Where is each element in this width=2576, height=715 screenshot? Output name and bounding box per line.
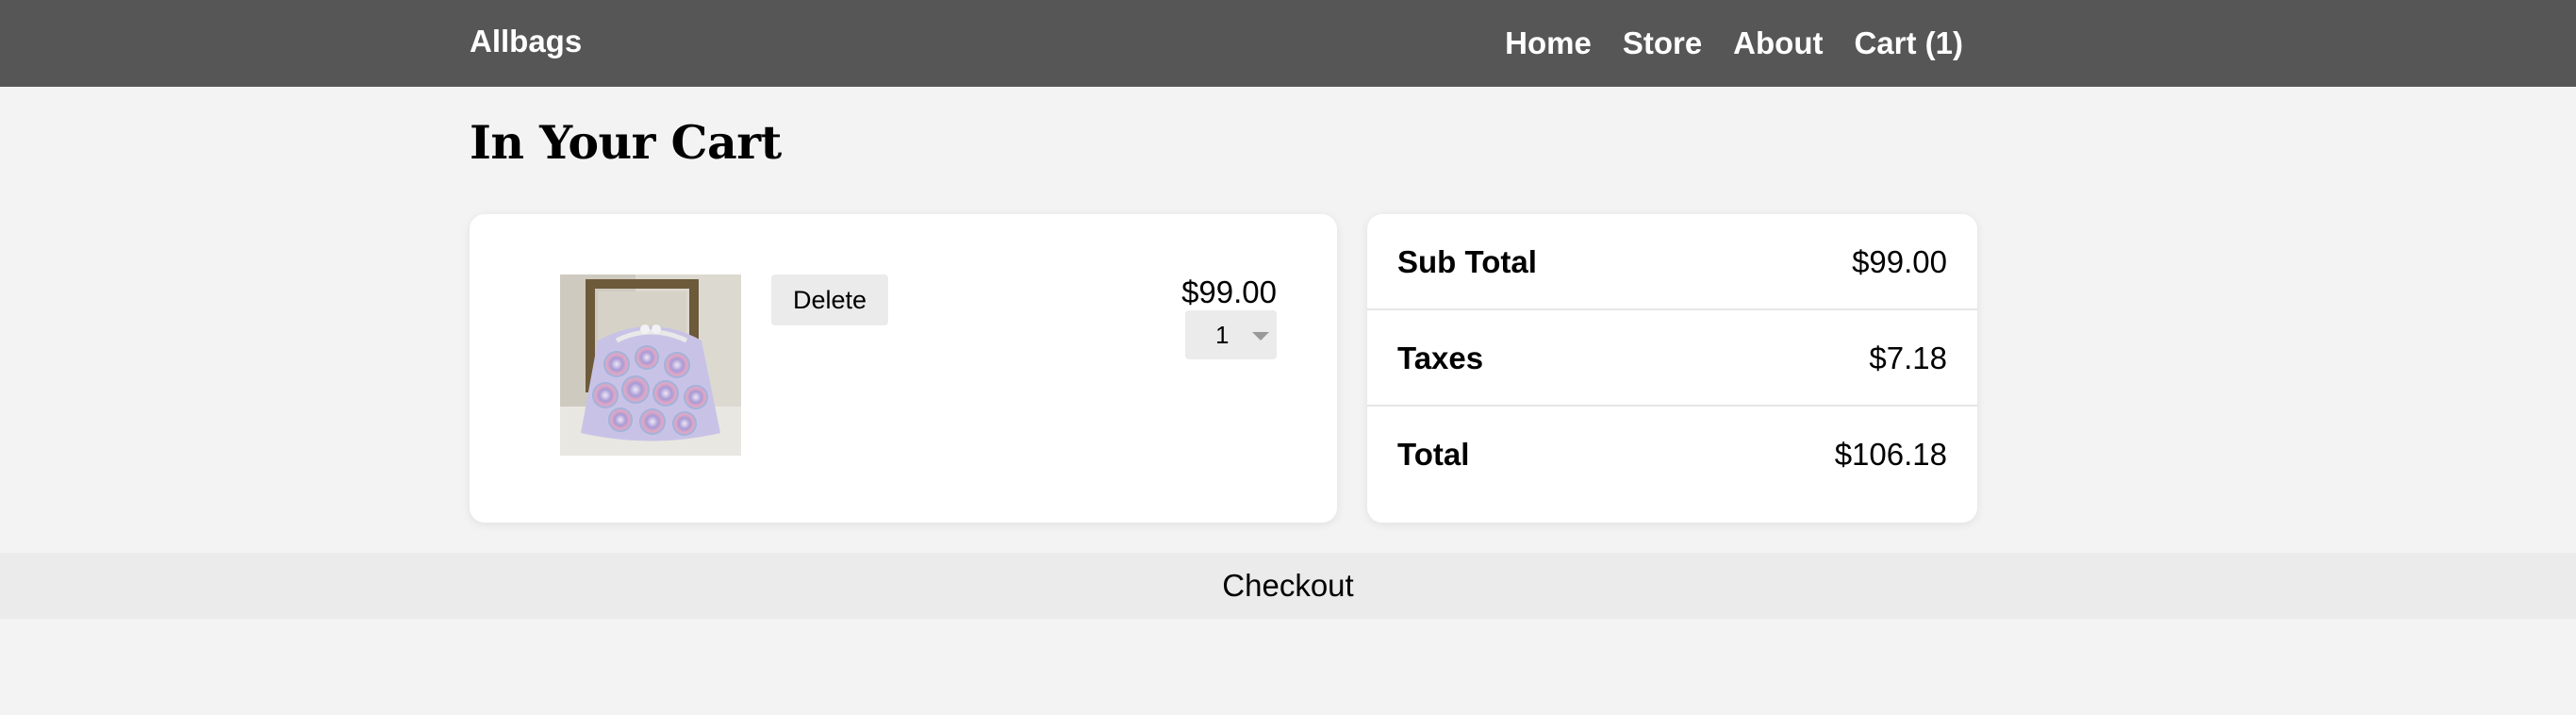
nav-links: Home Store About Cart (1) xyxy=(1505,0,1963,87)
quantity-select[interactable]: 1 xyxy=(1185,310,1277,359)
page-title: In Your Cart xyxy=(470,115,782,170)
quantity-value: 1 xyxy=(1215,321,1230,349)
top-navbar: Allbags Home Store About Cart (1) xyxy=(0,0,2576,87)
subtotal-value: $99.00 xyxy=(1852,244,1947,279)
handbag-photo-icon xyxy=(560,274,741,456)
brand-logo-link[interactable]: Allbags xyxy=(470,0,582,87)
taxes-value: $7.18 xyxy=(1869,341,1947,375)
nav-link-store[interactable]: Store xyxy=(1623,2,1702,85)
nav-link-home[interactable]: Home xyxy=(1505,2,1592,85)
checkout-button[interactable]: Checkout xyxy=(0,553,2576,619)
order-summary-card: Sub Total $99.00 Taxes $7.18 Total $106.… xyxy=(1367,214,1977,523)
taxes-label: Taxes xyxy=(1397,341,1484,375)
subtotal-label: Sub Total xyxy=(1397,244,1537,279)
total-label: Total xyxy=(1397,437,1470,472)
summary-row-taxes: Taxes $7.18 xyxy=(1367,310,1977,407)
delete-item-button[interactable]: Delete xyxy=(771,274,888,325)
nav-link-cart[interactable]: Cart (1) xyxy=(1854,2,1963,85)
item-price: $99.00 xyxy=(1181,274,1277,309)
summary-row-total: Total $106.18 xyxy=(1367,407,1977,503)
summary-row-subtotal: Sub Total $99.00 xyxy=(1367,214,1977,310)
total-value: $106.18 xyxy=(1834,437,1947,472)
cart-items-card: Delete $99.00 1 xyxy=(470,214,1337,523)
product-image[interactable] xyxy=(560,274,741,456)
nav-link-about[interactable]: About xyxy=(1733,2,1823,85)
chevron-down-icon xyxy=(1252,332,1269,341)
